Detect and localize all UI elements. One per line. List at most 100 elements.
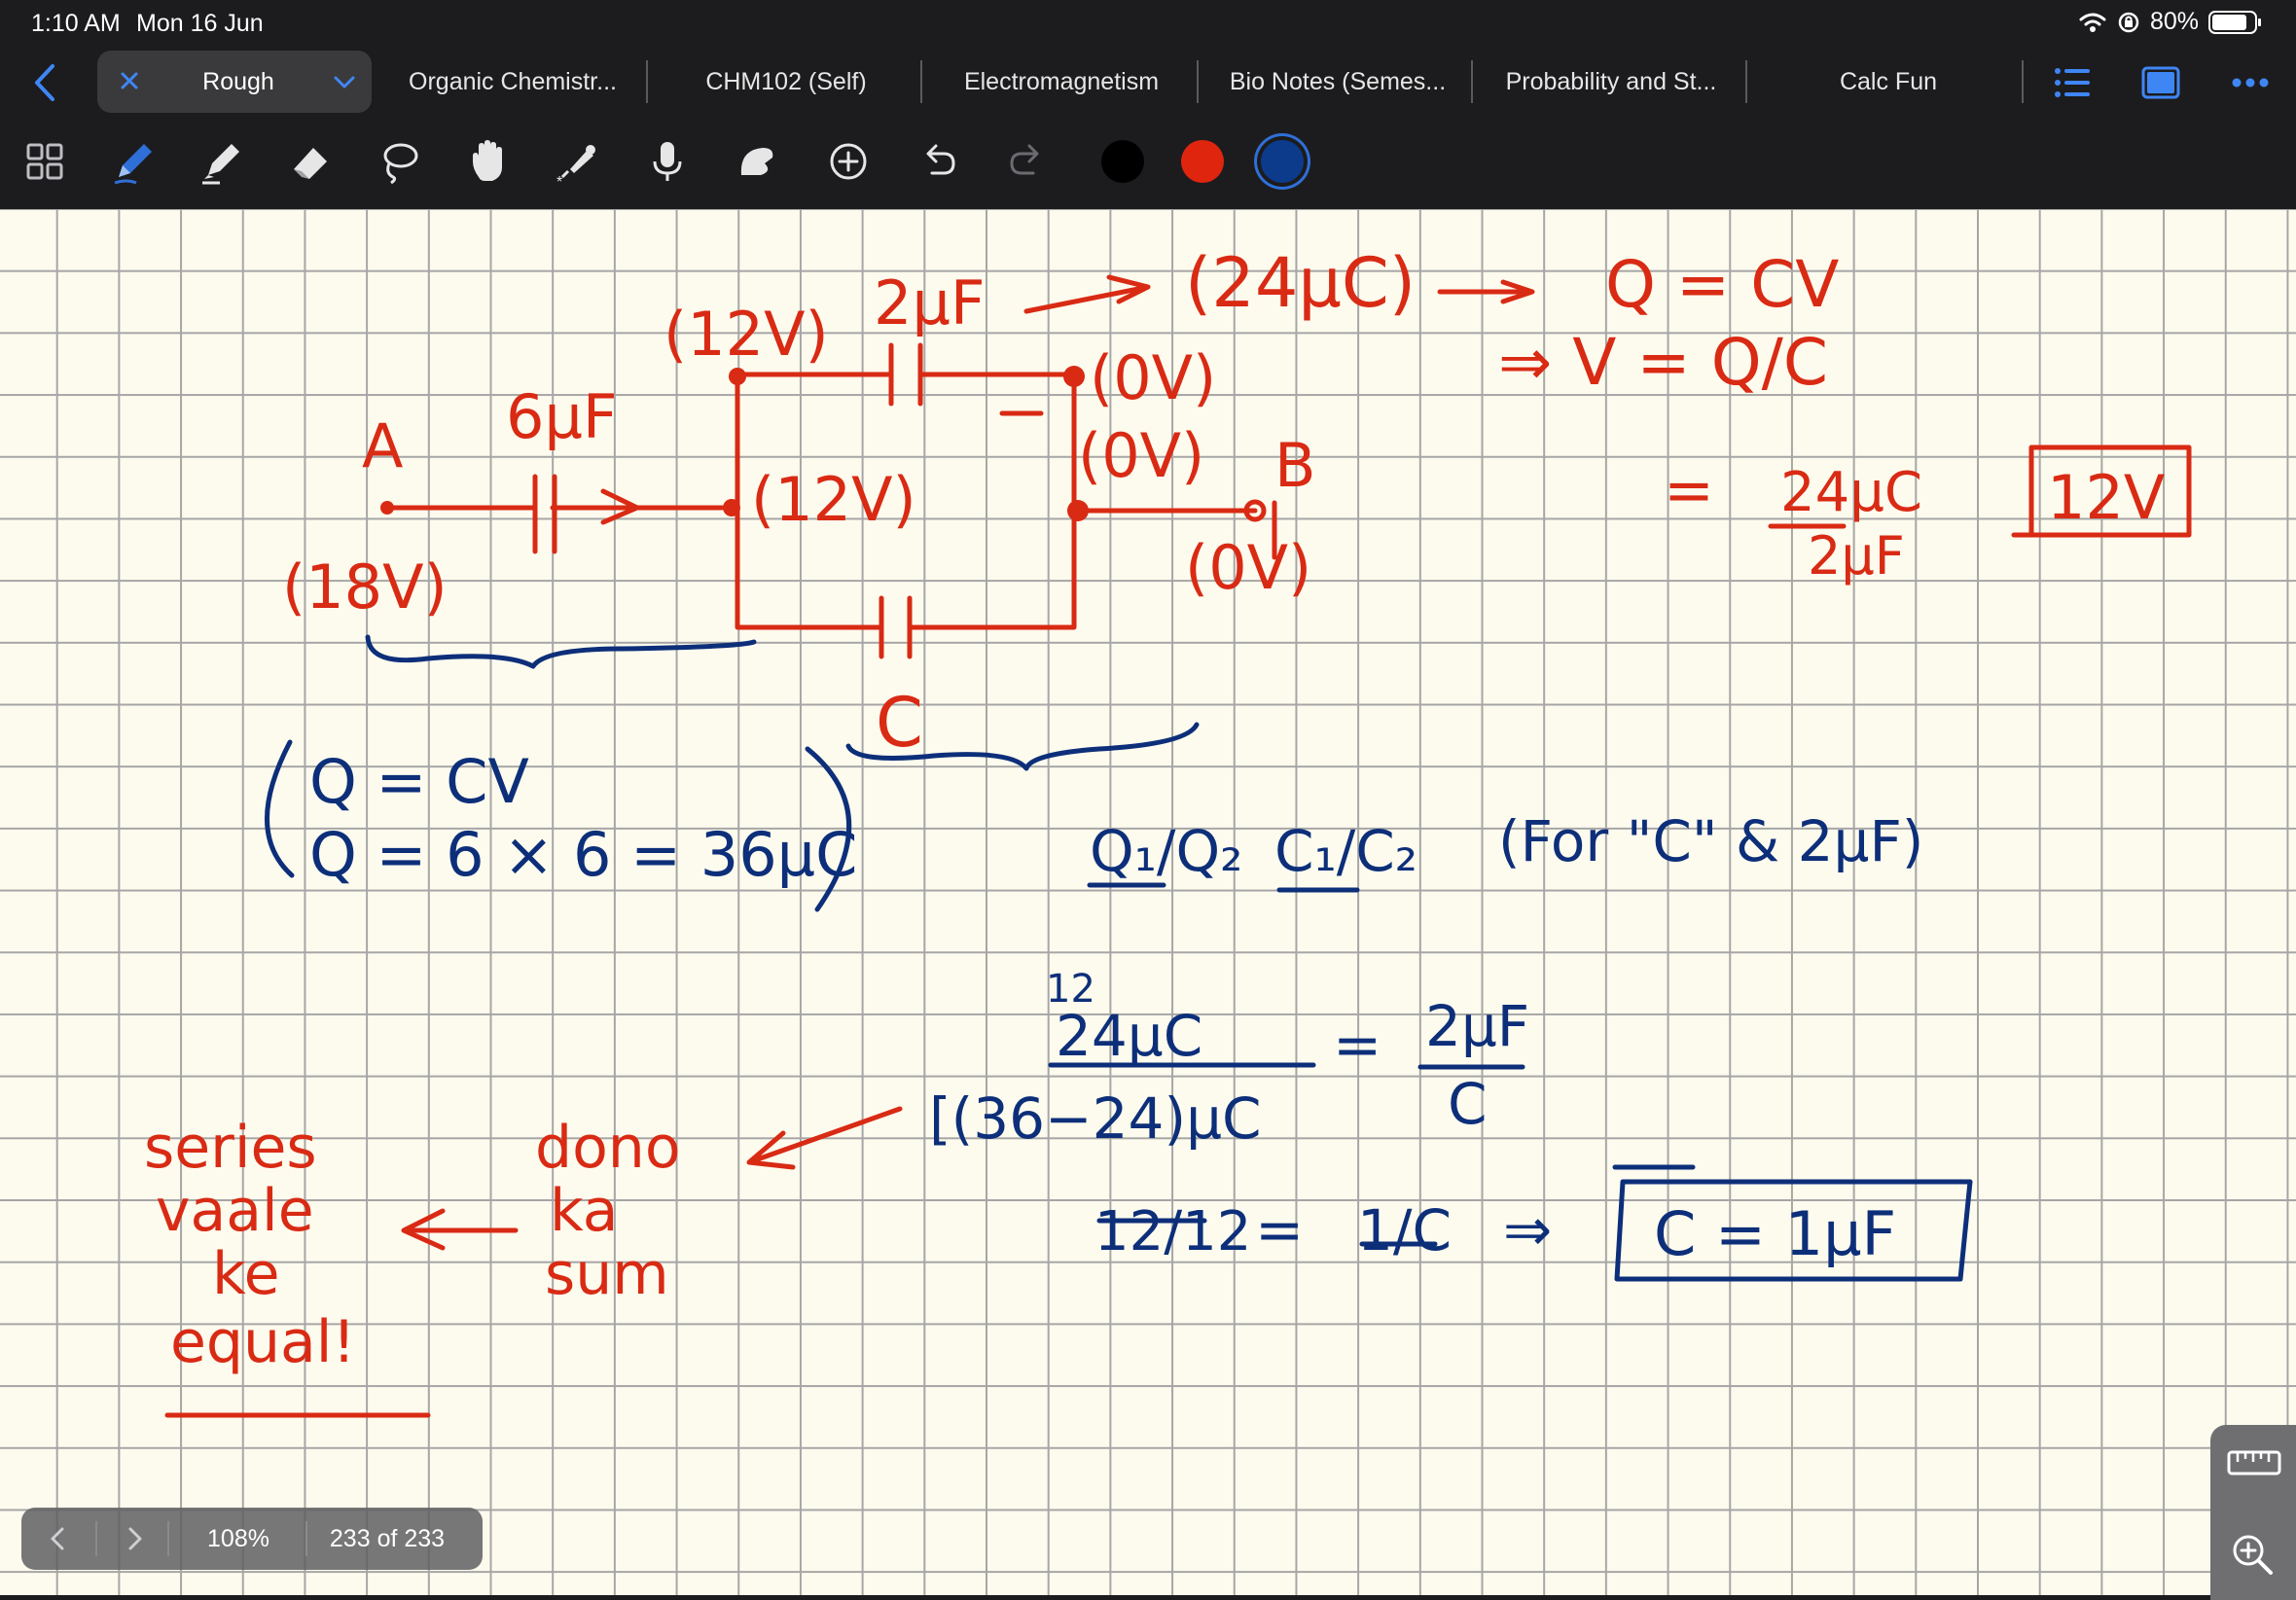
previous-page-icon[interactable] [47, 1525, 70, 1552]
fraction-2uf-blue: 2μF [1425, 993, 1529, 1059]
ratio-c1-c2: C₁/C₂ [1274, 818, 1417, 884]
voltage-12-mid: (12V) [751, 464, 916, 535]
node-a-label: A [362, 410, 403, 481]
voltage-0-top: (0V) [1090, 342, 1216, 413]
side-tools-panel [2210, 1425, 2296, 1600]
tool-bar: * [0, 126, 2296, 204]
more-options-icon[interactable] [2228, 60, 2273, 105]
tab-label: Calc Fun [1839, 67, 1938, 95]
next-page-icon[interactable] [123, 1525, 146, 1552]
tab-chm102[interactable]: CHM102 (Self) [650, 51, 922, 113]
grid-view-icon[interactable] [18, 134, 72, 189]
status-indicators: 80% [2078, 8, 2261, 36]
equation-q-cv: Q = CV [1605, 247, 1839, 322]
tab-bio-notes[interactable]: Bio Notes (Semes... [1201, 51, 1475, 113]
pager-divider [305, 1521, 307, 1556]
battery-percentage: 80% [2149, 8, 2199, 35]
charge-24uc-label: (24μC) [1185, 243, 1416, 323]
close-tab-icon[interactable] [113, 64, 146, 97]
fraction-36-minus-24: [(36−24)μC [929, 1085, 1262, 1152]
tab-calc-fun[interactable]: Calc Fun [1751, 51, 2026, 113]
equals-sign: = [1255, 1196, 1304, 1264]
redo-icon[interactable] [1000, 134, 1055, 189]
laser-pointer-icon[interactable]: * [551, 134, 605, 189]
fraction-12-over-12: 12/12 [1094, 1200, 1251, 1263]
chevron-down-icon[interactable] [331, 70, 358, 93]
orientation-lock-icon [2118, 12, 2139, 32]
tab-bar: Rough Organic Chemistr... CHM102 (Self) … [0, 49, 2296, 117]
page-view-icon[interactable] [2138, 60, 2183, 105]
tab-label: Bio Notes (Semes... [1229, 67, 1447, 95]
tab-divider [1745, 60, 1747, 103]
eraser-icon[interactable] [284, 134, 339, 189]
tab-divider [1197, 60, 1199, 103]
undo-icon[interactable] [911, 134, 965, 189]
pager-divider [167, 1521, 169, 1556]
cap-6uf-label: 6μF [506, 381, 618, 452]
fraction-24uc: 24μC [1780, 461, 1922, 524]
highlighter-icon[interactable] [195, 134, 249, 189]
equation-q-cv-blue: Q = CV [309, 746, 529, 817]
tab-probability[interactable]: Probability and St... [1475, 51, 1747, 113]
voltage-b-label: (0V) [1185, 532, 1311, 603]
svg-text:*: * [556, 174, 562, 189]
microphone-icon[interactable] [640, 134, 695, 189]
pager-divider [95, 1521, 97, 1556]
note-canvas[interactable]: A B (18V) (0V) 6μF (12V) (12V) (0V) (0V)… [0, 209, 2296, 1595]
battery-icon [2208, 10, 2261, 34]
page-indicator[interactable]: 233 of 233 [309, 1525, 465, 1553]
hand-icon[interactable] [461, 134, 516, 189]
tab-divider [1471, 60, 1473, 103]
zoom-in-icon[interactable] [2230, 1532, 2275, 1577]
cap-c-label: C [876, 683, 923, 763]
tab-divider [2022, 60, 2024, 103]
tab-divider [920, 60, 922, 103]
status-date: Mon 16 Jun [136, 10, 264, 37]
note-ke: ke [212, 1240, 280, 1308]
note-dono: dono [535, 1114, 681, 1182]
result-c-1uf: C = 1μF [1654, 1198, 1896, 1269]
fraction-1-over-c: 1/C [1357, 1197, 1452, 1263]
handwriting-layer: A B (18V) (0V) 6μF (12V) (12V) (0V) (0V)… [144, 243, 2192, 1418]
note-vaale: vaale [156, 1177, 314, 1245]
equation-equals: = [1664, 454, 1714, 525]
equation-q-36uc: Q = 6 × 6 = 36μC [309, 819, 857, 890]
color-red-swatch[interactable] [1181, 140, 1224, 183]
status-bar: 1:10 AM Mon 16 Jun 80% [0, 0, 2296, 45]
voltage-0-mid: (0V) [1078, 420, 1204, 491]
equation-v-q-over-c: ⇒ V = Q/C [1498, 325, 1828, 400]
ratio-q1-q2: Q₁/Q₂ [1090, 818, 1242, 884]
ruler-icon[interactable] [2226, 1446, 2282, 1479]
tab-rough[interactable]: Rough [97, 51, 372, 113]
note-equal: equal! [170, 1308, 356, 1376]
add-icon[interactable] [821, 134, 876, 189]
wifi-icon [2079, 13, 2106, 32]
top-bar: 1:10 AM Mon 16 Jun 80% Rough Organic Che… [0, 0, 2296, 209]
blue-strokes [265, 634, 1973, 1282]
shape-icon[interactable] [730, 134, 784, 189]
voltage-a-label: (18V) [282, 551, 448, 622]
tab-label: CHM102 (Self) [705, 67, 867, 95]
implies-arrow: ⇒ [1503, 1196, 1552, 1264]
tab-label: Probability and St... [1505, 67, 1717, 95]
note-sum: sum [545, 1240, 669, 1308]
fraction-24uc-blue: 24μC [1056, 1003, 1202, 1069]
note-series: series [144, 1114, 317, 1182]
result-12v: 12V [2047, 462, 2165, 533]
note-ka: ka [550, 1177, 618, 1245]
page-navigator: 108% 233 of 233 [21, 1508, 483, 1570]
color-blue-swatch[interactable] [1261, 140, 1304, 183]
list-icon[interactable] [2051, 60, 2096, 105]
fraction-2uf: 2μF [1808, 525, 1905, 587]
lasso-icon[interactable] [372, 134, 426, 189]
back-chevron-icon[interactable] [25, 60, 64, 105]
status-time: 1:10 AM [31, 10, 121, 37]
pen-icon[interactable] [107, 134, 161, 189]
cap-2uf-label: 2μF [874, 267, 986, 338]
note-for-c-and-2uf: (For "C" & 2μF) [1498, 808, 1923, 874]
zoom-level[interactable]: 108% [185, 1525, 292, 1553]
tab-electromagnetism[interactable]: Electromagnetism [924, 51, 1199, 113]
color-black-swatch[interactable] [1101, 140, 1144, 183]
tab-label: Electromagnetism [963, 67, 1160, 95]
tab-organic-chemistry[interactable]: Organic Chemistr... [381, 51, 644, 113]
